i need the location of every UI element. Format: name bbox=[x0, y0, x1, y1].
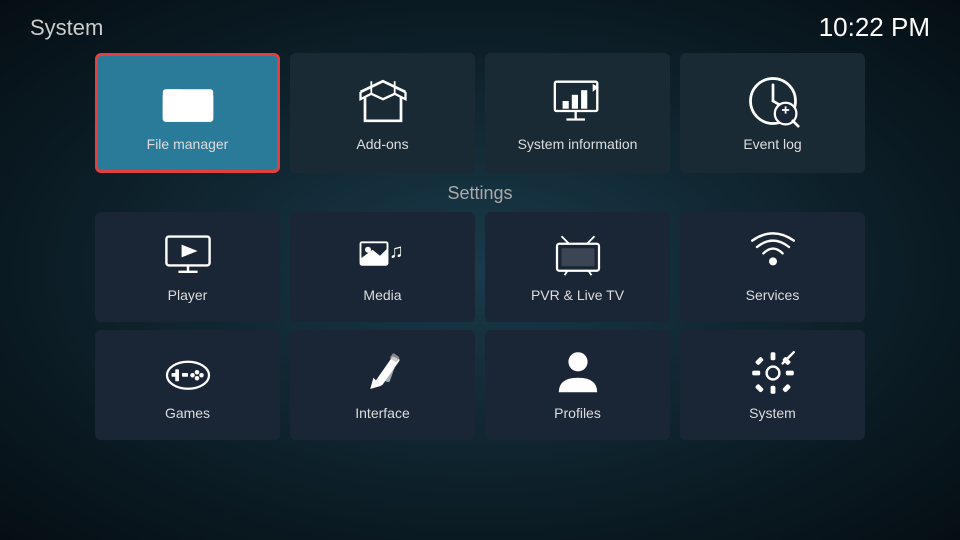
tile-system-label: System bbox=[749, 405, 796, 421]
player-icon bbox=[164, 231, 212, 279]
tile-games-label: Games bbox=[165, 405, 210, 421]
tile-services[interactable]: Services bbox=[680, 212, 865, 322]
tile-system[interactable]: System bbox=[680, 330, 865, 440]
tile-profiles[interactable]: Profiles bbox=[485, 330, 670, 440]
event-log-icon bbox=[746, 74, 800, 128]
tile-services-label: Services bbox=[746, 287, 800, 303]
tile-event-log[interactable]: Event log bbox=[680, 53, 865, 173]
file-manager-icon bbox=[161, 74, 215, 128]
tile-player-label: Player bbox=[168, 287, 208, 303]
system-information-icon bbox=[551, 74, 605, 128]
top-tiles-row: File manager Add-ons bbox=[0, 53, 960, 173]
profiles-icon bbox=[554, 349, 602, 397]
settings-section-label: Settings bbox=[0, 183, 960, 204]
tile-games[interactable]: Games bbox=[95, 330, 280, 440]
settings-row-2: Games Interface Profiles bbox=[30, 330, 930, 440]
tile-pvr-live-tv[interactable]: PVR & Live TV bbox=[485, 212, 670, 322]
tile-file-manager[interactable]: File manager bbox=[95, 53, 280, 173]
system-icon bbox=[749, 349, 797, 397]
tile-pvr-live-tv-label: PVR & Live TV bbox=[531, 287, 624, 303]
tile-add-ons[interactable]: Add-ons bbox=[290, 53, 475, 173]
add-ons-icon bbox=[356, 74, 410, 128]
svg-text:♫: ♫ bbox=[389, 240, 404, 262]
pvr-live-tv-icon bbox=[554, 231, 602, 279]
tile-system-information[interactable]: System information bbox=[485, 53, 670, 173]
media-icon: ♫ bbox=[359, 231, 407, 279]
tile-profiles-label: Profiles bbox=[554, 405, 601, 421]
services-icon bbox=[749, 231, 797, 279]
settings-row-1: Player ♫ Media bbox=[30, 212, 930, 322]
tile-player[interactable]: Player bbox=[95, 212, 280, 322]
tile-event-log-label: Event log bbox=[743, 136, 801, 152]
tile-add-ons-label: Add-ons bbox=[356, 136, 408, 152]
settings-grid: Player ♫ Media bbox=[0, 212, 960, 440]
clock: 10:22 PM bbox=[819, 12, 930, 43]
page-title: System bbox=[30, 15, 103, 41]
tile-media[interactable]: ♫ Media bbox=[290, 212, 475, 322]
games-icon bbox=[164, 349, 212, 397]
tile-interface-label: Interface bbox=[355, 405, 409, 421]
tile-system-information-label: System information bbox=[518, 136, 638, 152]
tile-file-manager-label: File manager bbox=[147, 136, 229, 152]
tile-interface[interactable]: Interface bbox=[290, 330, 475, 440]
interface-icon bbox=[359, 349, 407, 397]
header: System 10:22 PM bbox=[0, 0, 960, 51]
tile-media-label: Media bbox=[363, 287, 401, 303]
